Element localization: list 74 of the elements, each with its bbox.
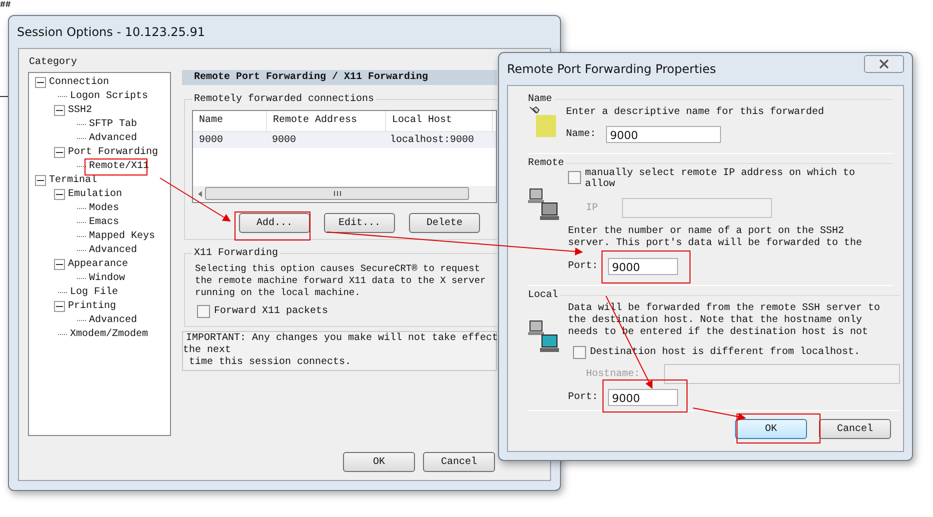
tree-item[interactable]: SSH2 [68,104,92,116]
dialog-title: Remote Port Forwarding Properties [507,62,716,76]
group-title: Remotely forwarded connections [193,94,376,105]
column-header[interactable]: Local Host [386,111,493,131]
section-title: Name [528,94,554,105]
collapse-icon[interactable] [54,188,65,200]
name-field[interactable]: 9000 [606,126,722,143]
cancel-button[interactable]: Cancel [819,419,891,439]
annotation-arrow [160,178,231,222]
ok-button[interactable]: OK [735,419,807,439]
group-title: X11 Forwarding [193,248,280,259]
checkbox[interactable] [573,346,586,359]
computers-icon [528,187,560,221]
tree-item[interactable]: Mapped Keys [89,230,156,242]
section-title: Remote [528,158,566,169]
collapse-icon[interactable] [54,146,65,158]
column-header[interactable]: Name [193,111,267,131]
tree-item[interactable]: Port Forwarding [68,146,158,158]
field-label: Port: [568,261,598,272]
edit-button[interactable]: Edit... [324,213,395,233]
tree-item[interactable]: Log File [70,286,118,298]
tree-item[interactable]: Appearance [68,258,128,270]
horizontal-scrollbar[interactable] [193,186,496,201]
tree-item[interactable]: Xmodem/Zmodem [70,328,148,340]
tree-item[interactable]: Terminal [49,174,98,186]
tree-item[interactable]: Advanced [89,244,138,256]
field-label: Hostname: [586,368,640,380]
add-button[interactable]: Add... [239,213,310,233]
field-label: Port: [568,392,598,403]
tree-item[interactable]: Connection [49,76,110,88]
checkbox-label[interactable]: Forward X11 packets [214,306,328,317]
field-label: IP [586,202,598,214]
port-field[interactable]: 9000 [608,258,678,275]
panel-header: Remote Port Forwarding / X11 Forwarding [182,70,497,85]
cancel-button[interactable]: Cancel [423,452,495,472]
table-cell-text: 9000 [198,134,224,146]
tree-item[interactable]: Modes [89,202,120,214]
tree-item[interactable]: Logon Scripts [70,90,148,102]
column-header[interactable]: Remote Address [267,111,386,131]
collapse-icon[interactable] [35,174,46,186]
stray-marks: ## [0,0,11,10]
close-button[interactable] [864,55,904,73]
table-cell-text: localhost:9000 [389,134,476,146]
window-title: Session Options - 10.123.25.91 [17,25,206,39]
collapse-icon[interactable] [54,104,65,116]
checkbox[interactable] [568,171,581,184]
annotation-arrow [692,408,746,421]
collapse-icon[interactable] [54,258,65,270]
table-cell-text: 9000 [271,134,298,146]
field-label: Name: [566,129,596,140]
description-text: Enter the number or name of a port on the SSH2 server. This port's data will be forwarded to the [568,226,862,250]
computers-icon [528,319,560,353]
delete-button[interactable]: Delete [409,213,480,233]
ok-button[interactable]: OK [343,452,415,472]
collapse-icon[interactable] [54,300,65,312]
description-text: Enter a descriptive name for this forwarded [566,107,824,118]
tree-item[interactable]: Advanced [89,132,138,144]
tree-item[interactable]: SFTP Tab [89,118,138,130]
tree-item[interactable]: Advanced [89,314,138,326]
category-label: Category [28,57,78,68]
notice-text: IMPORTANT: Any changes you make will not take effect the next time this session connects. [182,331,497,371]
ip-field[interactable] [622,198,772,218]
close-icon [878,59,890,69]
tree-item[interactable]: Printing [68,300,116,312]
tree-item[interactable]: Window [89,272,126,284]
checkbox-label[interactable]: manually select remote IP address on which to allow [585,168,856,190]
section-title: Local [528,290,560,301]
collapse-icon[interactable] [35,76,46,88]
hostname-field[interactable] [664,364,900,384]
tree-item[interactable]: Emacs [89,216,120,228]
port-field[interactable]: 9000 [608,389,678,406]
checkbox[interactable] [197,305,210,318]
description-text: Selecting this option causes SecureCRT® to request the remote machine forward X11 data to the X server running on the local machine. [195,263,487,299]
tree-item[interactable]: Emulation [68,188,122,200]
